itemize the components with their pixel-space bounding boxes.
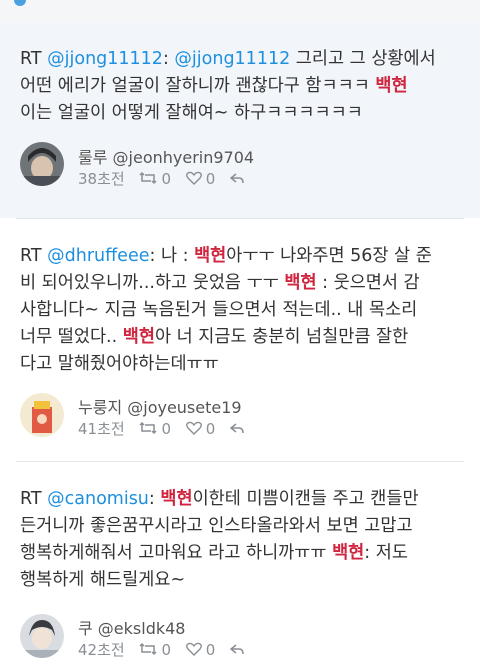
text-segment: 이한테 미쁨이캔들 주고 캔들만	[192, 489, 419, 509]
text-segment: 다고 말해줬어야하는데ㅠㅠ	[20, 354, 219, 374]
highlighted-name: 백현	[194, 246, 227, 266]
tweet-item[interactable]: RT @jjong11112: @jjong11112 그리고 그 상황에서 어떤…	[0, 22, 480, 218]
highlighted-name: 백현	[122, 327, 155, 347]
text-segment: 아 너 지금도 충분히 넘칠만큼 잘한	[154, 327, 409, 347]
top-bar-partial	[0, 0, 480, 22]
tweet-text-line: 사합니다~ 지금 녹음된거 들으면서 적는데.. 내 목소리	[20, 297, 462, 324]
like-count: 0	[205, 170, 216, 188]
reply-icon[interactable]	[229, 171, 244, 189]
text-segment: 이는 얼굴이 어떻게 잘해여~ 하구ㅋㅋㅋㅋㅋㅋ	[20, 103, 363, 123]
avatar[interactable]	[20, 614, 64, 658]
tweet-text-line: 비 되어있우니까...하고 웃었음 ㅜㅜ 백현 : 웃으면서 감	[20, 270, 462, 297]
tweet-text-line: RT @canomisu: 백현이한테 미쁨이캔들 주고 캔들만	[20, 486, 462, 513]
tweet-text-line: RT @jjong11112: @jjong11112 그리고 그 상황에서	[20, 46, 462, 73]
highlighted-name: 백현	[332, 543, 365, 563]
tweet-text: RT @jjong11112: @jjong11112 그리고 그 상황에서 어떤…	[20, 46, 462, 127]
text-segment: 든거니까 좋은꿈꾸시라고 인스타올라와서 보면 고맙고	[20, 516, 413, 536]
text-segment: :	[162, 49, 175, 69]
mention-link[interactable]: @jjong11112	[47, 49, 163, 69]
tweet-meta: 42초전 0 0	[78, 639, 248, 660]
text-segment: 그리고 그 상황에서	[290, 49, 436, 69]
tweet-timestamp: 41초전	[78, 420, 125, 438]
like-count: 0	[205, 420, 216, 438]
retweet-count: 0	[161, 420, 172, 438]
tweet-text: RT @dhruffeee: 나 : 백현아ㅜㅜ 나와주면 56장 살 준비 되…	[20, 243, 462, 378]
text-segment: 어떤 에리가 얼굴이 잘하니까 괜찮다구 함ㅋㅋㅋ	[20, 76, 376, 96]
text-segment: : 나 :	[149, 246, 195, 266]
heart-icon[interactable]	[185, 171, 202, 189]
heart-icon[interactable]	[185, 421, 202, 439]
app-badge-icon	[14, 0, 26, 6]
avatar[interactable]	[20, 393, 64, 437]
reply-icon[interactable]	[229, 421, 244, 439]
tweet-meta: 38초전 0 0	[78, 168, 248, 189]
tweet-text-line: 다고 말해줬어야하는데ㅠㅠ	[20, 351, 462, 378]
tweet-text-line: 행복하게해줘서 고마워요 라고 하니까ㅠㅠ 백현: 저도	[20, 540, 462, 567]
text-segment: : 웃으면서 감	[316, 273, 420, 293]
tweet-text-line: 이는 얼굴이 어떻게 잘해여~ 하구ㅋㅋㅋㅋㅋㅋ	[20, 100, 462, 127]
highlighted-name: 백현	[284, 273, 317, 293]
highlighted-name: 백현	[375, 76, 408, 96]
tweet-username[interactable]: 쿠 @eksldk48	[78, 615, 185, 639]
tweet-item[interactable]: RT @canomisu: 백현이한테 미쁨이캔들 주고 캔들만 든거니까 좋은꿈…	[0, 462, 480, 668]
text-segment: :	[148, 489, 161, 509]
text-segment: RT	[20, 49, 48, 69]
retweet-icon[interactable]	[139, 642, 157, 660]
text-segment: RT	[20, 489, 48, 509]
text-segment: 너무 떨었다..	[20, 327, 123, 347]
tweet-timestamp: 42초전	[78, 641, 125, 659]
text-segment: 아ㅜㅜ 나와주면 56장 살 준	[226, 246, 432, 266]
avatar[interactable]	[20, 142, 64, 186]
retweet-count: 0	[161, 170, 172, 188]
text-segment: 행복하게해줘서 고마워요 라고 하니까ㅠㅠ	[20, 543, 333, 563]
tweet-text-line: 어떤 에리가 얼굴이 잘하니까 괜찮다구 함ㅋㅋㅋ 백현	[20, 73, 462, 100]
text-segment: 비 되어있우니까...하고 웃었음 ㅜㅜ	[20, 273, 285, 293]
text-segment: RT	[20, 246, 48, 266]
text-segment: 행복하게 해드릴게요~	[20, 570, 186, 590]
mention-link[interactable]: @jjong11112	[174, 49, 290, 69]
mention-link[interactable]: @canomisu	[47, 489, 149, 509]
tweet-username[interactable]: 룰루 @jeonhyerin9704	[78, 144, 254, 168]
tweet-text: RT @canomisu: 백현이한테 미쁨이캔들 주고 캔들만 든거니까 좋은꿈…	[20, 486, 462, 594]
retweet-count: 0	[161, 641, 172, 659]
retweet-icon[interactable]	[139, 171, 157, 189]
tweet-text-line: RT @dhruffeee: 나 : 백현아ㅜㅜ 나와주면 56장 살 준	[20, 243, 462, 270]
tweet-text-line: 너무 떨었다.. 백현아 너 지금도 충분히 넘칠만큼 잘한	[20, 324, 462, 351]
heart-icon[interactable]	[185, 642, 202, 660]
like-count: 0	[205, 641, 216, 659]
mention-link[interactable]: @dhruffeee	[47, 246, 149, 266]
reply-icon[interactable]	[229, 642, 244, 660]
text-segment: 사합니다~ 지금 녹음된거 들으면서 적는데.. 내 목소리	[20, 300, 418, 320]
tweet-username[interactable]: 누룽지 @joyeusete19	[78, 394, 242, 418]
tweet-text-line: 행복하게 해드릴게요~	[20, 567, 462, 594]
tweet-meta: 41초전 0 0	[78, 418, 248, 439]
text-segment: : 저도	[364, 543, 408, 563]
retweet-icon[interactable]	[139, 421, 157, 439]
tweet-item[interactable]: RT @dhruffeee: 나 : 백현아ㅜㅜ 나와주면 56장 살 준비 되…	[0, 219, 480, 461]
tweet-timestamp: 38초전	[78, 170, 125, 188]
tweet-text-line: 든거니까 좋은꿈꾸시라고 인스타올라와서 보면 고맙고	[20, 513, 462, 540]
highlighted-name: 백현	[160, 489, 193, 509]
